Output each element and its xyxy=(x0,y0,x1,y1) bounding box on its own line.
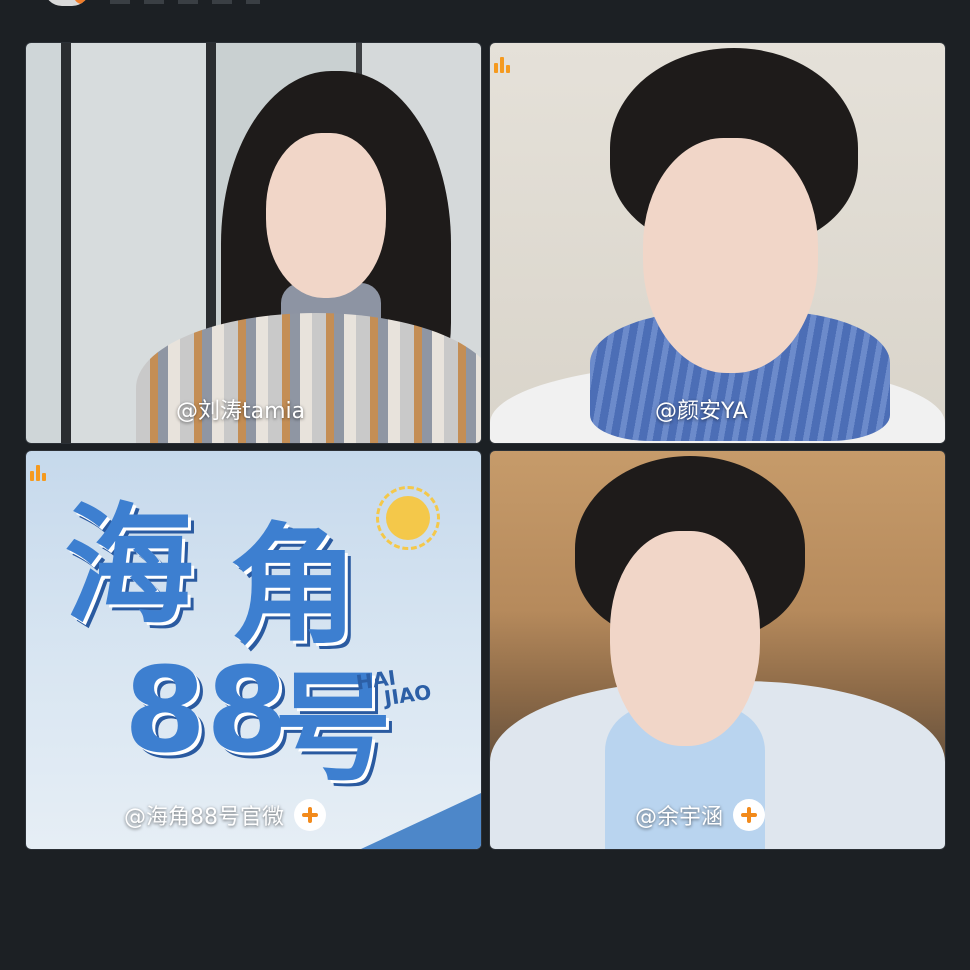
top-text-blurred xyxy=(110,0,260,4)
poster-char: 海 xyxy=(64,490,195,642)
participant-name[interactable]: @余宇涵 xyxy=(635,799,723,831)
poster-latin-bottom: JIAO xyxy=(382,679,433,711)
name-label-container: @颜安YA xyxy=(655,393,748,425)
video-tile-4[interactable]: @余宇涵 xyxy=(489,450,946,850)
name-label-container: @海角88号官微 xyxy=(124,799,326,831)
follow-plus-icon[interactable] xyxy=(733,799,766,831)
follow-plus-icon[interactable] xyxy=(294,799,326,831)
poster-char: 角 xyxy=(229,510,360,662)
participant-face xyxy=(643,138,818,373)
poster-char: 88 xyxy=(124,641,289,779)
name-label-container: @刘涛tamia xyxy=(176,393,305,425)
participant-face xyxy=(610,531,760,746)
name-label-container: @余宇涵 xyxy=(635,799,766,831)
video-tile-1[interactable]: @刘涛tamia xyxy=(25,42,482,444)
audio-level-icon xyxy=(30,463,52,481)
top-bar xyxy=(0,0,970,18)
video-tile-3[interactable]: 海 角 88 号 HAI JIAO @海角88号官微 xyxy=(25,450,482,850)
participant-face xyxy=(266,133,386,298)
video-tile-2[interactable]: @颜安YA xyxy=(489,42,946,444)
participant-name[interactable]: @颜安YA xyxy=(655,393,748,425)
poster-logo: 海 角 88 号 xyxy=(54,501,394,801)
host-avatar[interactable] xyxy=(44,0,90,6)
participant-name[interactable]: @海角88号官微 xyxy=(124,799,284,831)
participant-name[interactable]: @刘涛tamia xyxy=(176,393,305,425)
audio-level-icon xyxy=(494,55,516,73)
